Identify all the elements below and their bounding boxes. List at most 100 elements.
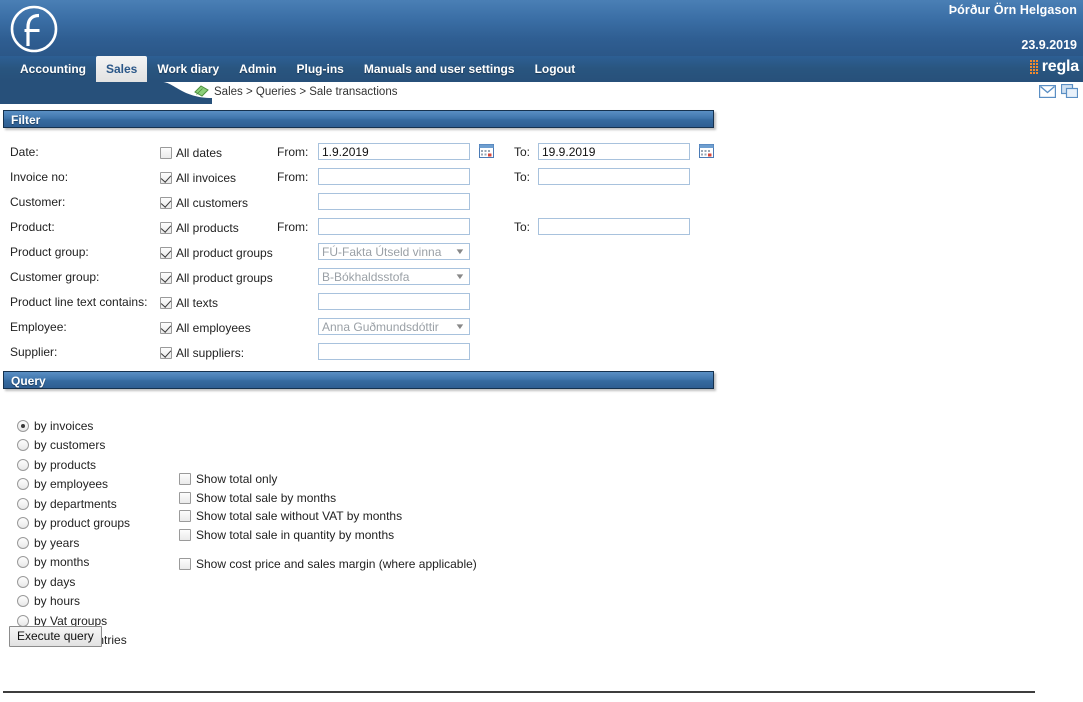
checkbox-all-all-invoices[interactable] <box>160 172 172 184</box>
radio-by-days[interactable] <box>17 575 29 588</box>
calendar-icon[interactable] <box>479 144 494 158</box>
filter-label: Product group: <box>10 245 89 259</box>
checkbox-all-all-dates[interactable] <box>160 147 172 159</box>
user-name: Þórður Örn Helgason <box>948 3 1077 17</box>
checkbox-label[interactable]: All invoices <box>176 171 236 185</box>
filter-from-input[interactable] <box>318 143 470 160</box>
nav-item-label: Plug-ins <box>296 62 344 76</box>
checkbox-label[interactable]: Show total only <box>196 472 277 486</box>
calendar-icon[interactable] <box>699 144 714 158</box>
nav-item-accounting[interactable]: Accounting <box>10 56 96 82</box>
filter-label: Date: <box>10 145 39 159</box>
radio-by-product-groups[interactable] <box>17 517 29 530</box>
radio-label[interactable]: by customers <box>34 438 105 452</box>
nav-item-label: Work diary <box>157 62 220 76</box>
radio-by-years[interactable] <box>17 536 29 549</box>
radio-by-vat-groups[interactable] <box>17 614 29 627</box>
radio-by-months[interactable] <box>17 556 29 569</box>
nav-item-manuals-and-user-settings[interactable]: Manuals and user settings <box>354 56 525 82</box>
nav-item-work-diary[interactable]: Work diary <box>147 56 229 82</box>
checkbox-all-all-suppliers:[interactable] <box>160 347 172 359</box>
radio-label[interactable]: by employees <box>34 477 108 491</box>
query-checkbox-row: Show total sale in quantity by months <box>179 526 477 545</box>
checkbox-show-total-sale-in-quantity-by-months[interactable] <box>179 528 191 541</box>
checkbox-all-all-product-groups[interactable] <box>160 272 172 284</box>
execute-query-button[interactable]: Execute query <box>9 626 102 647</box>
filter-from-input[interactable] <box>318 168 470 185</box>
checkbox-all-all-product-groups[interactable] <box>160 247 172 259</box>
checkbox-label[interactable]: All product groups <box>176 246 273 260</box>
nav-item-label: Accounting <box>20 62 86 76</box>
radio-label[interactable]: by departments <box>34 497 117 511</box>
checkbox-all-all-employees[interactable] <box>160 322 172 334</box>
checkbox-label[interactable]: All texts <box>176 296 218 310</box>
radio-label[interactable]: by products <box>34 458 96 472</box>
nav-item-label: Manuals and user settings <box>363 62 515 76</box>
filter-from-input[interactable] <box>318 218 470 235</box>
checkbox-label[interactable]: All suppliers: <box>176 346 244 360</box>
query-section-title: Query <box>11 374 46 388</box>
query-checkbox-row: Show total only <box>179 470 477 489</box>
query-section-header: Query <box>3 371 714 389</box>
filter-label: Customer group: <box>10 270 100 284</box>
topright-icon-group <box>1039 84 1078 98</box>
radio-label[interactable]: by invoices <box>34 419 93 433</box>
breadcrumb-text[interactable]: Sales > Queries > Sale transactions <box>214 86 397 98</box>
checkbox-label[interactable]: All employees <box>176 321 251 335</box>
chevron-down-icon: ▼ <box>454 272 466 281</box>
radio-by-hours[interactable] <box>17 595 29 608</box>
checkbox-show-total-sale-without-vat-by-months[interactable] <box>179 510 191 523</box>
checkbox-show-cost-price-and-sales-margin-where-applicable[interactable] <box>179 558 191 571</box>
filter-select[interactable]: Anna Guðmundsdóttir ▼ <box>318 318 470 335</box>
nav-item-sales[interactable]: Sales <box>96 56 148 82</box>
checkbox-show-total-only[interactable] <box>179 473 191 486</box>
radio-by-employees[interactable] <box>17 478 29 491</box>
radio-label[interactable]: by product groups <box>34 516 130 530</box>
filter-row: Product group: All product groups FÚ-Fakta… <box>0 241 1083 266</box>
radio-by-customers[interactable] <box>17 439 29 452</box>
filter-label: Product line text contains: <box>10 295 148 309</box>
bottom-divider <box>3 691 1035 693</box>
checkbox-label[interactable]: All customers <box>176 196 248 210</box>
nav-item-plug-ins[interactable]: Plug-ins <box>287 56 354 82</box>
checkbox-label[interactable]: All dates <box>176 146 222 160</box>
radio-by-departments[interactable] <box>17 497 29 510</box>
checkbox-show-total-sale-by-months[interactable] <box>179 491 191 504</box>
radio-label[interactable]: by days <box>34 575 75 589</box>
checkbox-label[interactable]: Show total sale by months <box>196 491 336 505</box>
filter-select[interactable]: B-Bókhaldsstofa ▼ <box>318 268 470 285</box>
checkbox-all-all-products[interactable] <box>160 222 172 234</box>
checkbox-label[interactable]: All products <box>176 221 239 235</box>
nav-item-admin[interactable]: Admin <box>229 56 286 82</box>
filter-select-value: B-Bókhaldsstofa <box>322 269 410 284</box>
radio-by-invoices[interactable] <box>17 419 29 432</box>
filter-to-input[interactable] <box>538 168 690 185</box>
query-radio-row: by products <box>17 455 130 475</box>
filter-select[interactable]: FÚ-Fakta Útseld vinna ▼ <box>318 243 470 260</box>
radio-label[interactable]: by hours <box>34 594 80 608</box>
filter-text-input[interactable] <box>318 293 470 310</box>
to-label: To: <box>514 145 531 159</box>
query-checkbox-row: Show total sale without VAT by months <box>179 507 477 526</box>
checkbox-all-all-texts[interactable] <box>160 297 172 309</box>
checkbox-label[interactable]: All product groups <box>176 271 273 285</box>
filter-from-input[interactable] <box>318 193 470 210</box>
query-radio-row: by days <box>17 572 130 592</box>
filter-all-checkbox-wrap: All invoices <box>160 171 236 185</box>
radio-by-products[interactable] <box>17 458 29 471</box>
nav-item-logout[interactable]: Logout <box>525 56 586 82</box>
checkbox-all-all-customers[interactable] <box>160 197 172 209</box>
radio-label[interactable]: by months <box>34 555 89 569</box>
checkbox-label[interactable]: Show total sale in quantity by months <box>196 528 394 542</box>
checkbox-label[interactable]: Show cost price and sales margin (where … <box>196 557 477 571</box>
regla-brand-logo: regla <box>1029 59 1079 75</box>
filter-to-input[interactable] <box>538 143 690 160</box>
filter-text-input[interactable] <box>318 343 470 360</box>
mail-icon[interactable] <box>1039 84 1056 98</box>
filter-to-input[interactable] <box>538 218 690 235</box>
checkbox-label[interactable]: Show total sale without VAT by months <box>196 509 402 523</box>
radio-label[interactable]: by years <box>34 536 79 550</box>
query-radio-row: by departments <box>17 494 130 514</box>
windows-icon[interactable] <box>1061 84 1078 98</box>
query-radio-row: by invoices <box>17 416 130 436</box>
